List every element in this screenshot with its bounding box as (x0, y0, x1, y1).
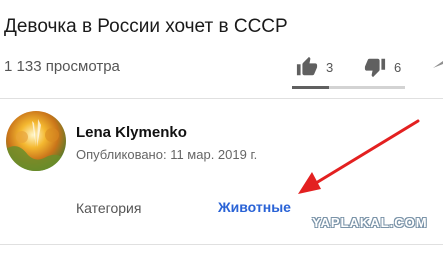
category-link[interactable]: Животные (218, 199, 291, 215)
sentiment-bar (292, 86, 405, 89)
like-button[interactable]: 3 (296, 56, 333, 78)
share-button[interactable] (431, 56, 443, 76)
share-icon (433, 61, 443, 68)
arrow-shaft (314, 119, 420, 185)
divider (0, 98, 443, 99)
dislike-button[interactable]: 6 (364, 56, 401, 78)
category-label: Категория (76, 200, 142, 216)
video-title: Девочка в России хочет в СССР (4, 16, 288, 37)
dislike-count: 6 (394, 59, 402, 75)
view-count: 1 133 просмотра (4, 58, 120, 75)
thumbs-up-icon (296, 56, 318, 76)
sentiment-bar-fill (292, 86, 330, 89)
watermark: YAPLAKAL.COM (312, 215, 428, 230)
like-count: 3 (326, 59, 334, 75)
publish-date: Опубликовано: 11 мар. 2019 г. (76, 147, 258, 162)
channel-avatar[interactable] (6, 111, 66, 171)
avatar-image (6, 111, 66, 171)
thumbs-down-icon (364, 58, 386, 78)
arrow-head (298, 172, 321, 194)
divider (0, 244, 443, 245)
channel-name[interactable]: Lena Klymenko (76, 124, 187, 141)
